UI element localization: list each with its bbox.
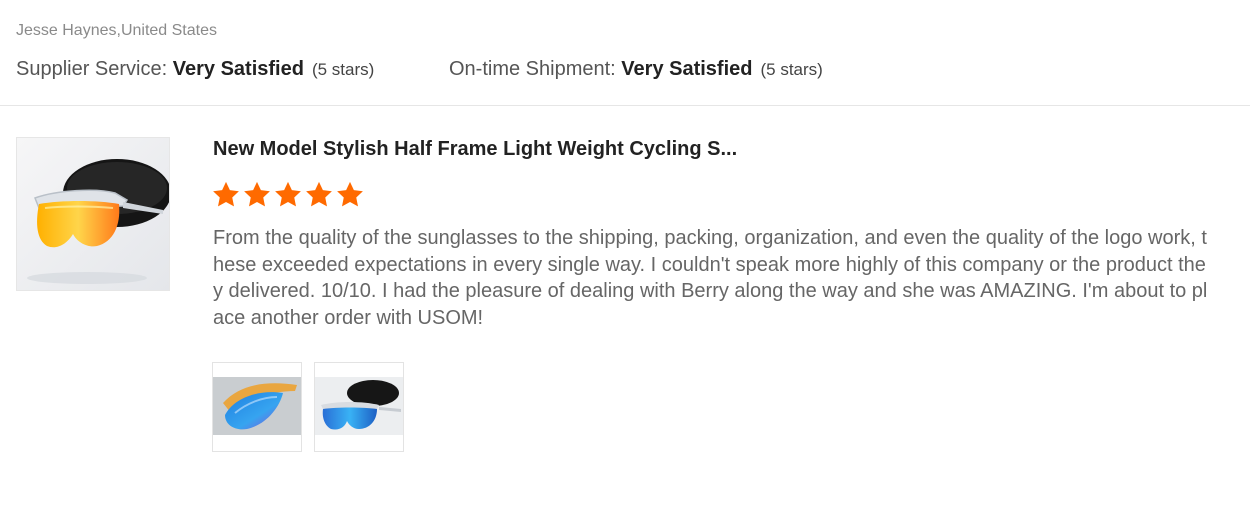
- star-icon: [213, 181, 239, 207]
- sunglasses-product-icon: [17, 138, 169, 290]
- reviewer-name-location: Jesse Haynes,United States: [16, 22, 217, 39]
- star-icon: [244, 181, 270, 207]
- ontime-shipment-value: Very Satisfied: [621, 58, 753, 80]
- attachment-thumbnail[interactable]: [314, 362, 404, 452]
- supplier-service-label: Supplier Service:: [16, 58, 173, 80]
- ontime-shipment-stars-note: (5 stars): [760, 60, 823, 79]
- star-icon: [306, 181, 332, 207]
- sunglasses-with-case-icon: [315, 377, 403, 435]
- star-icon: [275, 181, 301, 207]
- product-rating-stars: [211, 180, 365, 212]
- supplier-service-rating: Supplier Service: Very Satisfied (5 stars…: [16, 58, 374, 81]
- ontime-shipment-label: On-time Shipment:: [449, 58, 622, 80]
- attachment-thumbnail[interactable]: [212, 362, 302, 452]
- supplier-service-stars-note: (5 stars): [311, 60, 375, 79]
- product-title[interactable]: New Model Stylish Half Frame Light Weigh…: [213, 138, 737, 161]
- ontime-shipment-rating: On-time Shipment: Very Satisfied (5 stars…: [449, 58, 823, 81]
- sunglasses-blue-lens-icon: [213, 377, 301, 435]
- review-text: From the quality of the sunglasses to th…: [213, 227, 1208, 329]
- product-image[interactable]: [16, 137, 170, 291]
- review-header: Jesse Haynes,United States Supplier Serv…: [0, 0, 1250, 106]
- star-icon: [337, 181, 363, 207]
- supplier-service-value: Very Satisfied: [172, 58, 304, 80]
- review-attachments: [212, 362, 404, 452]
